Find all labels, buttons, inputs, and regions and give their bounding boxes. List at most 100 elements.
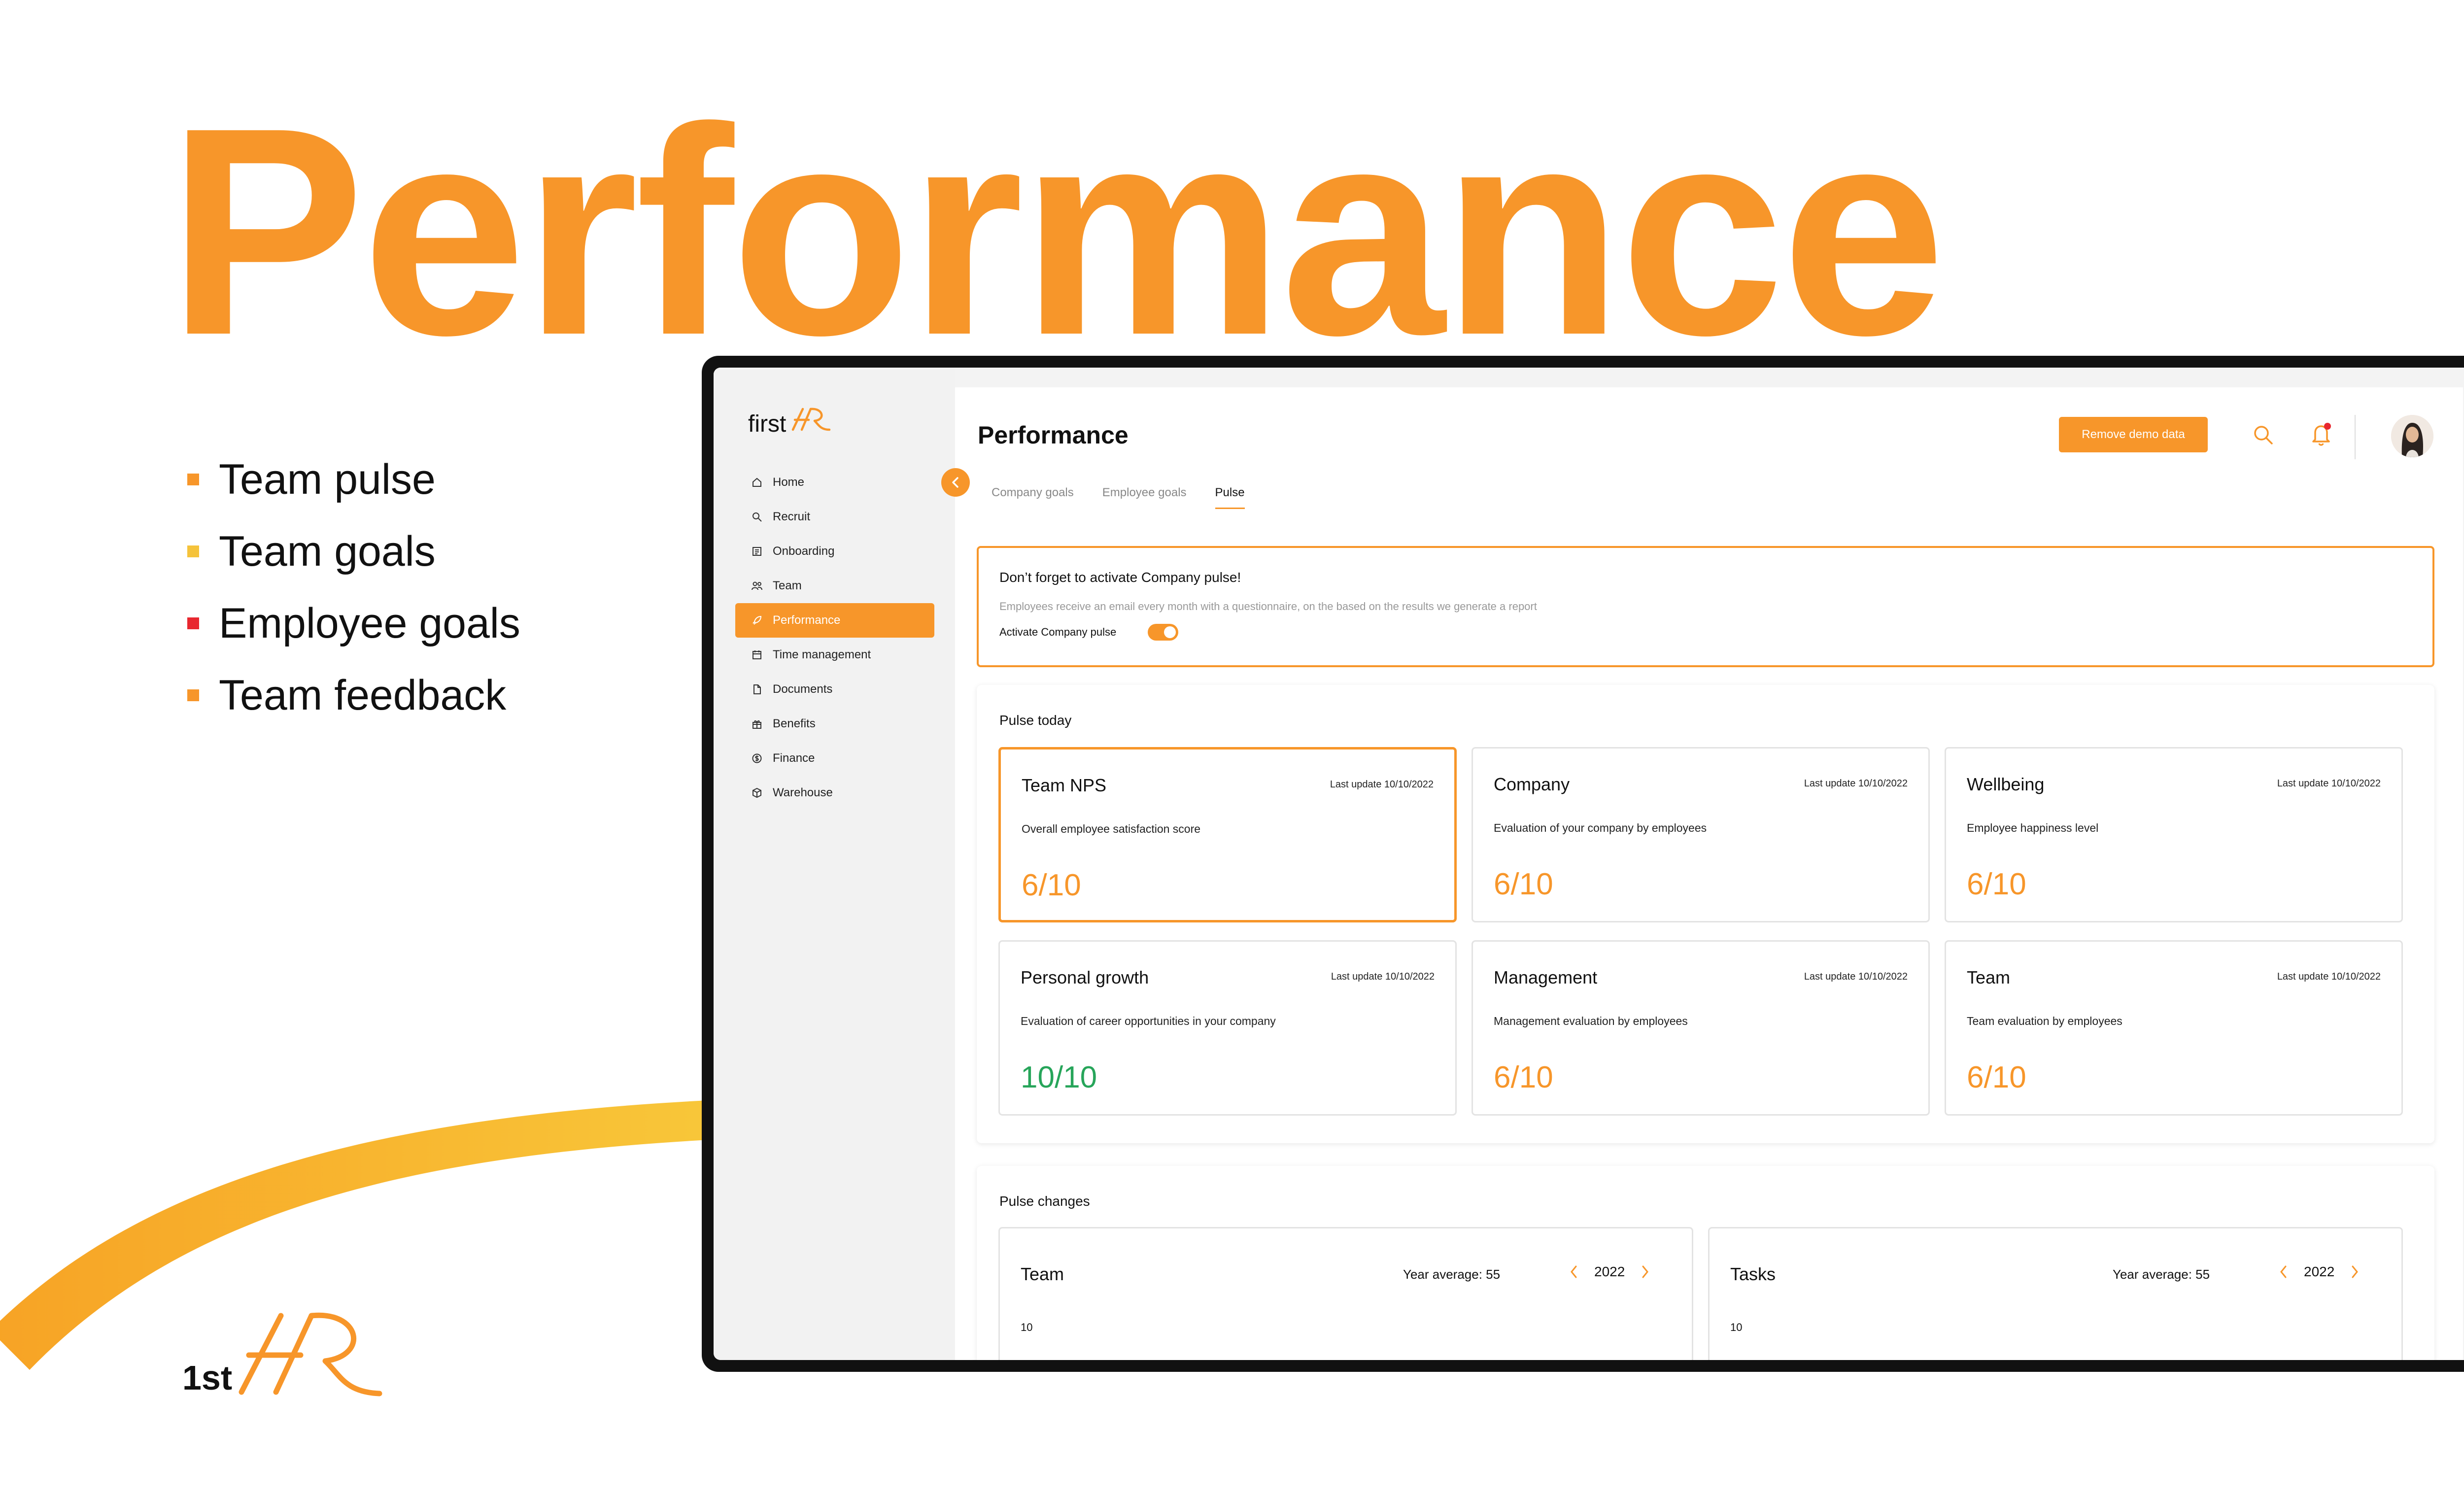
- next-year-button[interactable]: [2347, 1262, 2362, 1282]
- tab-bar: Company goals Employee goals Pulse: [992, 486, 1245, 509]
- card-last-update: Last update 10/10/2022: [2277, 778, 2381, 789]
- sidebar-item-recruit[interactable]: Recruit: [735, 500, 934, 534]
- card-score: 10/10: [1021, 1060, 1097, 1094]
- section-title: Pulse today: [999, 713, 1072, 728]
- company-pulse-alert: Don’t forget to activate Company pulse! …: [977, 546, 2434, 667]
- sidebar-item-label: Finance: [773, 751, 815, 765]
- card-last-update: Last update 10/10/2022: [1330, 779, 1434, 790]
- hero-title: Performance: [168, 67, 1946, 397]
- card-title: Company: [1494, 774, 1570, 794]
- card-description: Evaluation of your company by employees: [1494, 821, 1707, 834]
- next-year-button[interactable]: [1638, 1262, 1652, 1282]
- sidebar-item-time-management[interactable]: Time management: [735, 638, 934, 672]
- bell-icon: [2312, 423, 2331, 446]
- tab-employee-goals[interactable]: Employee goals: [1102, 486, 1187, 509]
- dollar-icon: [750, 751, 764, 765]
- avatar[interactable]: [2391, 415, 2433, 457]
- feature-item: Team goals: [187, 515, 520, 587]
- card-title: Wellbeing: [1967, 774, 2045, 794]
- document-icon: [750, 682, 764, 696]
- bullet-dot-icon: [187, 617, 199, 629]
- bullet-dot-icon: [187, 545, 199, 557]
- promo-page: Performance Team pulse Team goals Employ…: [0, 0, 2464, 1498]
- sidebar-item-label: Performance: [773, 613, 841, 627]
- sidebar-item-label: Documents: [773, 682, 833, 696]
- feature-item: Team pulse: [187, 443, 520, 515]
- calendar-icon: [750, 648, 764, 662]
- main-panel: Performance Remove demo data Company goa…: [955, 387, 2463, 1360]
- hr-logo-icon: [792, 408, 831, 431]
- chevron-right-icon: [1642, 1265, 1649, 1278]
- toggle-label: Activate Company pulse: [999, 626, 1117, 638]
- pulse-card[interactable]: Wellbeing Last update 10/10/2022 Employe…: [1945, 747, 2403, 922]
- bullet-dot-icon: [187, 474, 199, 485]
- card-score: 6/10: [1494, 1060, 1553, 1094]
- chart-title: Tasks: [1730, 1264, 1776, 1284]
- section-title: Pulse changes: [999, 1193, 1090, 1209]
- card-last-update: Last update 10/10/2022: [1804, 971, 1908, 982]
- sidebar-item-label: Onboarding: [773, 545, 835, 558]
- year-selector: 2022: [1567, 1262, 1652, 1282]
- search-user-icon: [750, 510, 764, 524]
- previous-year-button[interactable]: [2276, 1262, 2291, 1282]
- card-title: Team: [1967, 967, 2011, 987]
- sidebar-item-finance[interactable]: Finance: [735, 741, 934, 776]
- alert-title: Don’t forget to activate Company pulse!: [999, 570, 1241, 585]
- card-last-update: Last update 10/10/2022: [2277, 971, 2381, 982]
- chevron-left-icon: [952, 477, 958, 488]
- box-icon: [750, 786, 764, 800]
- chevron-left-icon: [2280, 1265, 2287, 1278]
- pulse-changes-section: Pulse changes Team Year average: 55 2022…: [977, 1166, 2434, 1360]
- chart-title: Team: [1021, 1264, 1064, 1284]
- chevron-left-icon: [1571, 1265, 1577, 1278]
- feature-list: Team pulse Team goals Employee goals Tea…: [187, 443, 520, 731]
- team-icon: [750, 579, 764, 593]
- search-button[interactable]: [2251, 423, 2275, 446]
- sidebar-item-home[interactable]: Home: [735, 465, 934, 500]
- pulse-chart-card: Tasks Year average: 55 2022 10: [1708, 1227, 2403, 1360]
- y-axis-tick: 10: [1730, 1321, 1743, 1333]
- pulse-card[interactable]: Team NPS Last update 10/10/2022 Overall …: [998, 747, 1457, 922]
- sidebar-item-benefits[interactable]: Benefits: [735, 707, 934, 741]
- toggle-knob: [1164, 626, 1176, 638]
- year-value: 2022: [2304, 1264, 2335, 1279]
- feature-item: Employee goals: [187, 587, 520, 659]
- remove-demo-data-button[interactable]: Remove demo data: [2059, 417, 2208, 452]
- pulse-card[interactable]: Personal growth Last update 10/10/2022 E…: [998, 940, 1457, 1116]
- app-logo-text: first: [748, 411, 787, 437]
- activate-company-pulse-toggle[interactable]: [1148, 624, 1179, 641]
- feature-item: Team feedback: [187, 659, 520, 731]
- sidebar-nav: Home Recruit Onboarding Team Performance…: [735, 465, 934, 810]
- tab-company-goals[interactable]: Company goals: [992, 486, 1074, 509]
- card-score: 6/10: [1022, 868, 1081, 902]
- chevron-right-icon: [2352, 1265, 2359, 1278]
- feature-label: Team feedback: [219, 671, 507, 719]
- pulse-card[interactable]: Company Last update 10/10/2022 Evaluatio…: [1472, 747, 1930, 922]
- sidebar-item-warehouse[interactable]: Warehouse: [735, 776, 934, 810]
- app-logo[interactable]: first: [748, 407, 831, 438]
- sidebar-item-onboarding[interactable]: Onboarding: [735, 534, 934, 569]
- previous-year-button[interactable]: [1567, 1262, 1581, 1282]
- card-score: 6/10: [1967, 1060, 2026, 1094]
- user-avatar-icon: [2391, 415, 2433, 457]
- sidebar-item-performance[interactable]: Performance: [735, 603, 934, 638]
- pulse-card[interactable]: Management Last update 10/10/2022 Manage…: [1472, 940, 1930, 1116]
- year-average: Year average: 55: [1403, 1267, 1501, 1282]
- card-last-update: Last update 10/10/2022: [1331, 971, 1435, 982]
- sidebar-item-label: Time management: [773, 648, 871, 661]
- sidebar-item-documents[interactable]: Documents: [735, 672, 934, 707]
- card-title: Team NPS: [1022, 775, 1107, 795]
- home-icon: [750, 476, 764, 489]
- sidebar-item-label: Benefits: [773, 717, 816, 730]
- pulse-card[interactable]: Team Last update 10/10/2022 Team evaluat…: [1945, 940, 2403, 1116]
- header-divider: [2355, 415, 2356, 459]
- search-icon: [2254, 426, 2273, 444]
- device-frame: first Home Recruit Onboarding Team Perfo…: [702, 356, 2464, 1372]
- tab-pulse[interactable]: Pulse: [1215, 486, 1245, 509]
- alert-description: Employees receive an email every month w…: [999, 600, 1537, 613]
- sidebar-item-team[interactable]: Team: [735, 569, 934, 603]
- app-screen: first Home Recruit Onboarding Team Perfo…: [714, 368, 2464, 1360]
- card-title: Management: [1494, 967, 1598, 987]
- notifications-button[interactable]: [2309, 422, 2333, 447]
- collapse-sidebar-button[interactable]: [941, 468, 970, 497]
